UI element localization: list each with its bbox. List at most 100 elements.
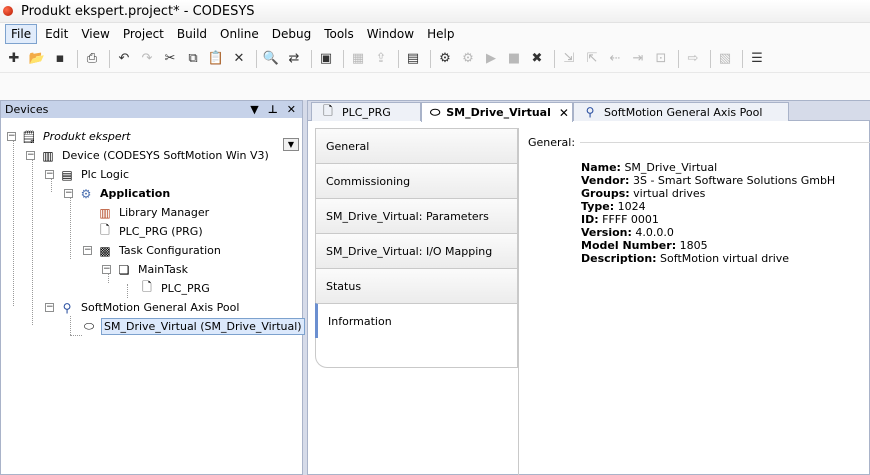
vtab-label: Status [326,279,362,293]
breakpoint-icon[interactable]: ⊡ [651,49,671,69]
device-icon: ▥ [42,148,54,163]
prop-value: 3S - Smart Software Solutions GmbH [632,174,836,187]
prop-key: Vendor: [581,174,630,187]
vtab-general[interactable]: General [315,128,518,163]
menu-help-label: Help [427,27,455,41]
drive-icon: ⬭ [83,319,95,333]
vtab-commissioning[interactable]: Commissioning [315,163,518,198]
stop-icon[interactable]: ■ [504,49,524,69]
tree-item-plc-prg[interactable]: 🗋 PLC_PRG [139,279,212,298]
tab-plc-prg[interactable]: 🗋 PLC_PRG [311,102,421,121]
collapse-icon[interactable]: − [7,132,16,141]
menu-edit[interactable]: Edit [40,25,73,43]
drive-icon: ⬭ [430,105,441,119]
open-folder-icon[interactable]: 📂 [27,49,47,69]
menu-view[interactable]: View [76,25,114,43]
collapse-icon[interactable]: − [45,170,54,179]
vtab-label: Information [328,314,392,328]
program-call-icon: 🗋 [142,280,152,294]
menu-tools[interactable]: Tools [319,25,359,43]
tree-item-application[interactable]: − ⚙ Application [64,184,172,203]
toolbar-options-icon[interactable]: ☰ [747,49,767,69]
window-icon[interactable]: ▣ [316,49,336,69]
redo-icon[interactable]: ↷ [137,49,157,69]
build-icon[interactable]: ▤ [403,49,423,69]
content-separator [518,128,519,475]
reset-icon[interactable]: ✖ [527,49,547,69]
menu-help[interactable]: Help [422,25,459,43]
vtab-io-mapping[interactable]: SM_Drive_Virtual: I/O Mapping [315,233,518,268]
prop-key: Model Number: [581,239,677,252]
run-to-cursor-icon[interactable]: ⇥ [628,49,648,69]
tab-sm-drive-virtual[interactable]: ⬭ SM_Drive_Virtual ✕ [421,102,573,122]
collapse-icon[interactable]: − [26,151,35,160]
tree-item-library-manager[interactable]: ▥ Library Manager [97,203,211,222]
menu-debug[interactable]: Debug [267,25,316,43]
menu-view-label: View [81,27,110,41]
step-out-icon[interactable]: ⇠ [605,49,625,69]
force-values-icon[interactable]: ▧ [715,49,735,69]
menu-debug-label: Debug [271,27,312,41]
tab-label: SoftMotion General Axis Pool [604,105,763,119]
toolbar-separator [311,49,312,68]
prop-value: SM_Drive_Virtual [624,161,718,174]
tree-item-plc-prg-prg[interactable]: 🗋 PLC_PRG (PRG) [97,222,205,241]
panel-menu-icon[interactable]: ▼ [250,103,258,116]
menu-file[interactable]: File [5,24,38,44]
print-icon[interactable]: ⎙ [82,49,102,69]
logout-icon[interactable]: ⚙ [458,49,478,69]
paste-icon[interactable]: 📋 [206,49,226,69]
toolbar-separator [678,49,679,68]
collapse-icon[interactable]: − [64,189,73,198]
tree-item-project[interactable]: − 🗒 Produkt ekspert [7,127,132,146]
information-panel: General: Name: SM_Drive_Virtual Vendor: … [528,136,870,265]
cut-icon[interactable]: ✂ [160,49,180,69]
start-icon[interactable]: ▶ [481,49,501,69]
prop-key: Version: [581,226,632,239]
close-icon[interactable]: ✕ [287,103,296,116]
pin-icon[interactable]: ⊥ [268,103,278,116]
tree-item-device[interactable]: − ▥ Device (CODESYS SoftMotion Win V3) [26,146,271,165]
login-icon[interactable]: ⚙ [435,49,455,69]
undo-icon[interactable]: ↶ [114,49,134,69]
tree-item-axis-pool[interactable]: − ⚲ SoftMotion General Axis Pool [45,298,241,317]
prop-key: Name: [581,161,621,174]
menu-build[interactable]: Build [172,25,212,43]
next-statement-icon[interactable]: ⇨ [683,49,703,69]
new-project-icon[interactable]: ✚ [4,49,24,69]
tree-item-task-configuration[interactable]: − ▩ Task Configuration [83,241,223,260]
vtab-information[interactable]: Information [315,303,518,338]
menu-window[interactable]: Window [362,25,419,43]
tab-softmotion-axis-pool[interactable]: ⚲ SoftMotion General Axis Pool [573,102,789,121]
copy-icon[interactable]: ⧉ [183,49,203,69]
tree-dropdown-button[interactable]: ▼ [283,138,299,151]
vtab-status[interactable]: Status [315,268,518,303]
step-over-icon[interactable]: ⇲ [559,49,579,69]
collapse-icon[interactable]: − [45,303,54,312]
tree-item-maintask[interactable]: − ❏ MainTask [102,260,190,279]
save-icon[interactable]: ▪ [50,49,70,69]
close-tab-icon[interactable]: ✕ [559,106,569,120]
task-stack-icon: ❏ [118,262,130,277]
title-bar: Produkt ekspert.project* - CODESYS [0,0,870,23]
tree-item-sm-drive-virtual[interactable]: ⬭ SM_Drive_Virtual (SM_Drive_Virtual) [81,317,305,336]
toolbar: ✚ 📂 ▪ ⎙ ↶ ↷ ✂ ⧉ 📋 ✕ 🔍 ⇄ ▣ ▦ ⇪ ▤ ⚙ ⚙ ▶ ■ … [0,45,870,73]
tree-item-label: SoftMotion General Axis Pool [81,301,240,314]
collapse-icon[interactable]: − [83,246,92,255]
tab-label: PLC_PRG [342,105,391,119]
export-icon[interactable]: ⇪ [371,49,391,69]
vtab-parameters[interactable]: SM_Drive_Virtual: Parameters [315,198,518,233]
menu-online[interactable]: Online [215,25,264,43]
collapse-icon[interactable]: − [102,265,111,274]
find-replace-icon[interactable]: ⇄ [284,49,304,69]
delete-icon[interactable]: ✕ [229,49,249,69]
properties-list: Name: SM_Drive_Virtual Vendor: 3S - Smar… [581,161,868,265]
tree-item-label: Library Manager [119,206,210,219]
grid-icon[interactable]: ▦ [348,49,368,69]
find-icon[interactable]: 🔍 [261,49,281,69]
step-into-icon[interactable]: ⇱ [582,49,602,69]
prop-description: Description: SoftMotion virtual drive [581,252,868,265]
axis-pool-icon: ⚲ [585,105,595,119]
tree-item-plc-logic[interactable]: − ▤ Plc Logic [45,165,131,184]
menu-project[interactable]: Project [118,25,169,43]
